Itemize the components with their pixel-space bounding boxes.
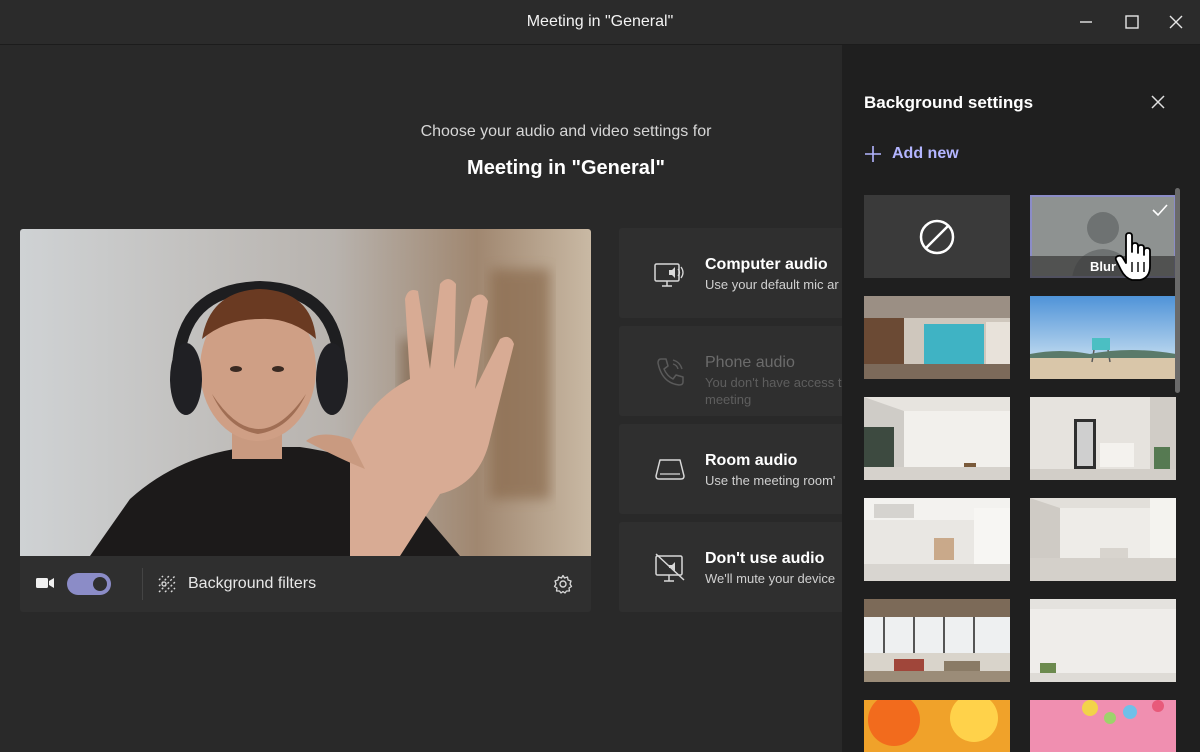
gear-icon <box>553 574 573 594</box>
room-device-icon <box>655 459 685 480</box>
background-white-room-mirror[interactable] <box>1030 397 1176 480</box>
audio-option-room[interactable]: Room audio Use the meeting room' <box>619 424 842 514</box>
audio-option-description: We'll mute your device <box>705 571 836 586</box>
audio-option-title: Computer audio <box>705 256 828 273</box>
camera-toggle[interactable] <box>67 573 111 595</box>
device-settings-button[interactable] <box>553 574 573 599</box>
audio-option-description: Use your default mic ar <box>705 277 839 292</box>
background-filters-icon <box>158 575 176 593</box>
description-line-1: You don't have access t <box>705 375 842 390</box>
selected-checkmark <box>1152 203 1168 222</box>
add-new-button[interactable]: Add new <box>864 145 959 163</box>
panel-scrollbar[interactable] <box>1175 188 1180 393</box>
no-audio-icon <box>655 553 685 582</box>
background-none[interactable] <box>864 195 1010 278</box>
background-pink-balls[interactable] <box>1030 700 1176 752</box>
video-preview: Background filters <box>20 229 591 612</box>
audio-option-description: You don't have access t meeting <box>705 374 841 408</box>
close-icon <box>1169 15 1183 29</box>
audio-option-title: Don't use audio <box>705 550 825 567</box>
no-background-icon <box>919 219 955 254</box>
close-icon <box>1151 95 1165 109</box>
background-office-lockers[interactable] <box>864 296 1010 379</box>
close-window-button[interactable] <box>1164 10 1188 34</box>
background-blur[interactable]: Blur <box>1030 195 1176 278</box>
phone-icon <box>657 358 684 386</box>
maximize-icon <box>1125 15 1139 29</box>
audio-option-none[interactable]: Don't use audio We'll mute your device <box>619 522 842 612</box>
audio-option-title: Phone audio <box>705 354 795 371</box>
background-white-studio[interactable] <box>1030 498 1176 581</box>
window-title: Meeting in "General" <box>526 13 674 30</box>
audio-option-computer[interactable]: Computer audio Use your default mic ar <box>619 228 842 318</box>
toolbar-divider <box>142 568 143 600</box>
checkmark-icon <box>1152 204 1168 217</box>
title-bar: Meeting in "General" <box>0 0 1200 45</box>
background-loft-stairs[interactable] <box>864 498 1010 581</box>
video-camera-icon <box>36 578 54 588</box>
preview-toolbar: Background filters <box>20 556 591 612</box>
hand-cursor-icon <box>1114 232 1151 281</box>
background-beach-lifeguard[interactable] <box>1030 296 1176 379</box>
background-orange-balls[interactable] <box>864 700 1010 752</box>
minimize-icon <box>1080 21 1092 23</box>
background-bright-room[interactable] <box>1030 599 1176 682</box>
blur-label: Blur <box>1030 256 1176 278</box>
panel-close-button[interactable] <box>1148 92 1168 112</box>
minimize-button[interactable] <box>1074 10 1098 34</box>
computer-speaker-icon <box>654 263 684 287</box>
pre-join-area: Choose your audio and video settings for… <box>0 45 842 752</box>
panel-title: Background settings <box>864 93 1034 112</box>
audio-option-title: Room audio <box>705 452 798 469</box>
audio-option-phone: Phone audio You don't have access t meeti… <box>619 326 842 416</box>
background-industrial-loft[interactable] <box>864 599 1010 682</box>
background-filters-button[interactable]: Background filters <box>156 570 316 598</box>
background-filters-label: Background filters <box>188 575 317 592</box>
plus-icon <box>865 146 881 162</box>
background-settings-panel: Background settings Add new Blur <box>842 45 1200 752</box>
toggle-knob <box>93 577 107 591</box>
description-line-2: meeting <box>705 392 752 407</box>
add-new-label: Add new <box>892 145 959 162</box>
audio-option-description: Use the meeting room' <box>705 473 836 488</box>
maximize-button[interactable] <box>1120 10 1144 34</box>
background-white-room-window[interactable] <box>864 397 1010 480</box>
camera-feed <box>20 229 591 556</box>
